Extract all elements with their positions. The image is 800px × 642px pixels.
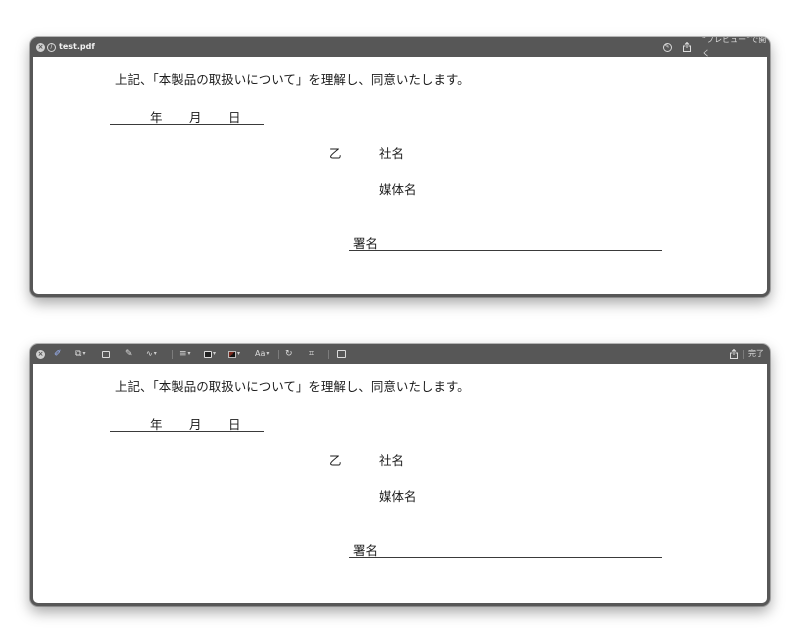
rotate-button[interactable]: ↻ xyxy=(285,347,293,361)
text-box-icon xyxy=(102,350,110,358)
share-icon xyxy=(730,349,738,359)
company-name-label: 社名 xyxy=(379,146,405,161)
close-button[interactable]: × xyxy=(36,347,45,361)
shapes-button[interactable]: ⧉ ▾ xyxy=(75,347,85,361)
open-in-preview-button[interactable]: “プレビュー”で開く xyxy=(702,37,770,58)
text-style-icon: Aa xyxy=(255,349,266,358)
toolbar-separator xyxy=(743,350,744,359)
shape-style-icon: ≡ xyxy=(179,349,187,359)
chevron-down-icon: ▾ xyxy=(266,350,270,357)
company-name-label: 社名 xyxy=(379,453,405,468)
pdf-page: 上記、「本製品の取扱いについて」を理解し、同意いたします。 年 月 日 乙 社名… xyxy=(33,364,767,603)
chevron-down-icon: ▾ xyxy=(82,350,86,357)
share-button[interactable] xyxy=(681,40,693,54)
signature-line xyxy=(349,557,662,559)
markup-icon: ✐ xyxy=(54,349,62,359)
party-label: 乙 xyxy=(329,146,342,161)
share-icon xyxy=(683,42,691,52)
date-underline xyxy=(110,431,264,433)
border-color-icon xyxy=(204,350,212,358)
toolbar-separator xyxy=(278,350,279,359)
shapes-icon: ⧉ xyxy=(75,349,82,359)
fill-color-button[interactable]: ▾ xyxy=(228,347,240,361)
close-button[interactable]: × xyxy=(36,40,45,54)
markup-button[interactable]: ✎ xyxy=(657,40,677,59)
titlebar: × / test.pdf ✎ “プレビュー”で開く xyxy=(30,37,770,59)
rotate-icon: ↻ xyxy=(285,349,293,359)
markup-toolbar: × ✐ ⧉ ▾ ✎ ∿ ▾ ≡ ▾ ▾ ▾ Aa ▾ ↻ ⌗ 完了 xyxy=(30,344,770,366)
close-icon: × xyxy=(36,42,45,52)
markup-pen-icon: ✎ xyxy=(662,42,672,52)
pdf-page: 上記、「本製品の取扱いについて」を理解し、同意いたします。 年 月 日 乙 社名… xyxy=(33,57,767,294)
chevron-down-icon: ▾ xyxy=(237,350,241,357)
crop-icon: ⌗ xyxy=(309,349,315,359)
form-fill-icon xyxy=(336,350,346,358)
date-underline xyxy=(110,124,264,126)
share-button[interactable] xyxy=(728,347,740,361)
form-fill-button[interactable] xyxy=(331,347,351,366)
toolbar-separator xyxy=(328,350,329,359)
quicklook-window: × / test.pdf ✎ “プレビュー”で開く 上記、「本製品の取扱いについ… xyxy=(30,37,770,297)
signature-icon: ∿ xyxy=(146,349,153,358)
markup-tool-button[interactable]: ✐ xyxy=(54,347,62,361)
done-button[interactable]: 完了 xyxy=(748,347,764,361)
slash-circle-button[interactable]: / xyxy=(47,40,56,54)
crop-button[interactable]: ⌗ xyxy=(309,347,314,361)
shape-style-button[interactable]: ≡ ▾ xyxy=(179,347,191,361)
agreement-statement: 上記、「本製品の取扱いについて」を理解し、同意いたします。 xyxy=(115,72,470,87)
agreement-statement: 上記、「本製品の取扱いについて」を理解し、同意いたします。 xyxy=(115,379,470,394)
edit-block-icon: / xyxy=(47,42,56,52)
party-label: 乙 xyxy=(329,453,342,468)
chevron-down-icon: ▾ xyxy=(187,350,191,357)
fill-color-icon xyxy=(228,350,236,358)
toolbar-separator xyxy=(172,350,173,359)
media-name-label: 媒体名 xyxy=(379,182,417,197)
media-name-label: 媒体名 xyxy=(379,489,417,504)
text-box-button[interactable] xyxy=(102,347,110,361)
chevron-down-icon: ▾ xyxy=(213,350,217,357)
signature-line xyxy=(349,250,662,252)
window-title: test.pdf xyxy=(59,42,95,51)
sign-button[interactable]: ✎ xyxy=(125,347,133,361)
chevron-down-icon: ▾ xyxy=(153,350,157,357)
markup-window: × ✐ ⧉ ▾ ✎ ∿ ▾ ≡ ▾ ▾ ▾ Aa ▾ ↻ ⌗ 完了 上記、「本製… xyxy=(30,344,770,606)
border-color-button[interactable]: ▾ xyxy=(204,347,216,361)
sign-icon: ✎ xyxy=(125,349,133,359)
text-style-button[interactable]: Aa ▾ xyxy=(255,347,269,361)
close-icon: × xyxy=(36,349,45,359)
signature-menu-button[interactable]: ∿ ▾ xyxy=(146,347,157,361)
